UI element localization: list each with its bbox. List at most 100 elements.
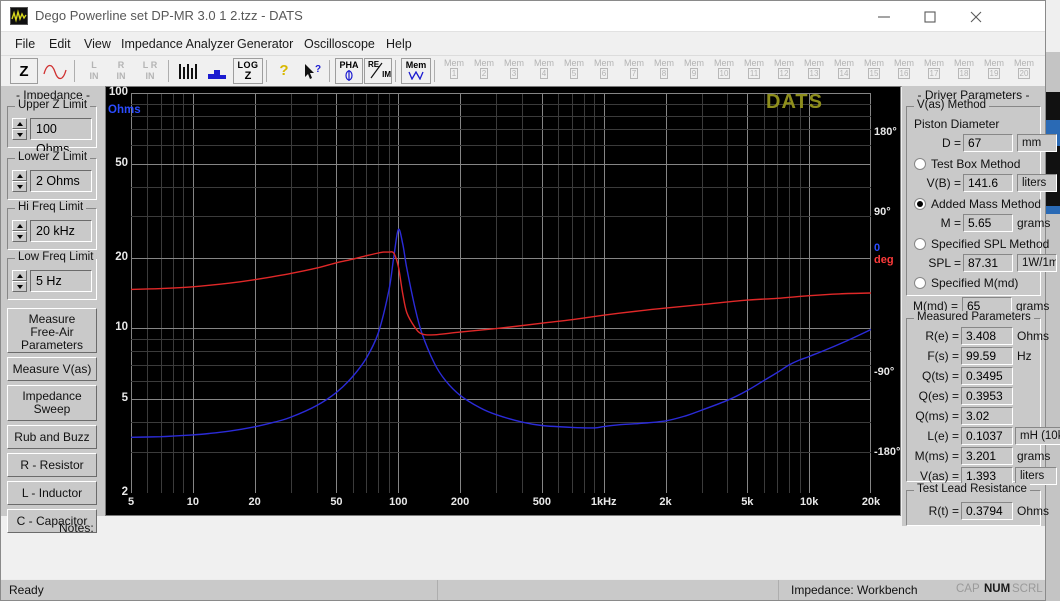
maximize-button[interactable] [907, 1, 953, 31]
phase-button[interactable]: PHA [335, 58, 363, 84]
low-freq-limit-decrement[interactable] [12, 281, 27, 292]
phase-curve [131, 251, 871, 336]
toolbar-separator [74, 60, 75, 82]
qts-field[interactable]: 0.3495 [961, 367, 1013, 385]
memory-slot-16-button[interactable]: Mem 16 [891, 58, 917, 84]
memory-slot-2-button[interactable]: Mem 2 [471, 58, 497, 84]
left-in-button[interactable]: L IN [81, 58, 107, 84]
statusbar-separator [437, 580, 438, 600]
lower-z-limit-value[interactable]: 2 Ohms [30, 170, 92, 192]
impedance-sweep-button[interactable]: Impedance Sweep [7, 385, 97, 421]
close-button[interactable] [953, 1, 999, 31]
low-freq-limit-title: Low Freq Limit [15, 251, 97, 263]
hi-freq-limit-value[interactable]: 20 kHz [30, 220, 92, 242]
resistor-button[interactable]: R - Resistor [7, 453, 97, 477]
memory-waveform-button[interactable]: Mem [401, 58, 431, 84]
re-row-label: R(e) = [925, 329, 959, 343]
memory-slot-5-button[interactable]: Mem 5 [561, 58, 587, 84]
memory-slot-8-button[interactable]: Mem 8 [651, 58, 677, 84]
notes-label: Notes: [59, 521, 94, 535]
lower-z-limit-increment[interactable] [12, 170, 27, 181]
low-freq-limit-value[interactable]: 5 Hz [30, 270, 92, 292]
menu-help[interactable]: Help [380, 35, 418, 53]
x-tick-1kHz: 1kHz [590, 496, 617, 508]
hi-freq-limit-increment[interactable] [12, 220, 27, 231]
memory-slot-1-button[interactable]: Mem 1 [441, 58, 467, 84]
memory-slot-label: Mem [774, 58, 794, 68]
hi-freq-limit-stepper[interactable] [12, 220, 27, 242]
piston-diameter-field[interactable]: 67 [963, 134, 1013, 152]
memory-slot-4-button[interactable]: Mem 4 [531, 58, 557, 84]
memory-slot-7-button[interactable]: Mem 7 [621, 58, 647, 84]
menu-file[interactable]: File [9, 35, 41, 53]
left-right-in-button[interactable]: L R IN [135, 58, 165, 84]
upper-z-limit-value[interactable]: 100 Ohms [30, 118, 92, 156]
memory-slot-14-button[interactable]: Mem 14 [831, 58, 857, 84]
hi-freq-limit-decrement[interactable] [12, 231, 27, 242]
real-imaginary-button[interactable]: RE IM [364, 58, 392, 84]
memory-slot-17-button[interactable]: Mem 17 [921, 58, 947, 84]
menu-impedance-analyzer[interactable]: Impedance Analyzer [115, 35, 240, 53]
x-tick-500: 500 [532, 496, 552, 508]
re-field[interactable]: 3.408 [961, 327, 1013, 345]
memory-slot-10-button[interactable]: Mem 10 [711, 58, 737, 84]
bar-graph-button[interactable] [203, 58, 231, 84]
mms-field[interactable]: 3.201 [961, 447, 1013, 465]
spectrum-button[interactable] [174, 58, 202, 84]
test-box-volume-field[interactable]: 141.6 [963, 174, 1013, 192]
impedance-plot[interactable]: Ohms DATS 0 deg 100 50 20 10 5 2 180° 90° -90° -1… [105, 86, 901, 516]
measure-vas-button[interactable]: Measure V(as) [7, 357, 97, 381]
waveform-button[interactable] [39, 58, 69, 84]
menu-edit[interactable]: Edit [43, 35, 77, 53]
added-mass-field[interactable]: 5.65 [963, 214, 1013, 232]
radio-specified-mmd[interactable] [914, 277, 926, 289]
radio-specified-spl-method[interactable] [914, 238, 926, 250]
minimize-button[interactable] [861, 1, 907, 31]
lower-z-limit-decrement[interactable] [12, 181, 27, 192]
specified-spl-field[interactable]: 87.31 [963, 254, 1013, 272]
lower-z-limit-stepper[interactable] [12, 170, 27, 192]
fs-field[interactable]: 99.59 [961, 347, 1013, 365]
radio-added-mass-method[interactable] [914, 198, 926, 210]
impedance-z-button[interactable]: Z [10, 58, 38, 84]
right-in-button[interactable]: R IN [108, 58, 134, 84]
x-tick-10: 10 [186, 496, 199, 508]
context-help-button[interactable]: ? [298, 58, 326, 84]
qes-field[interactable]: 0.3953 [961, 387, 1013, 405]
upper-z-limit-increment[interactable] [12, 118, 27, 129]
menu-oscilloscope[interactable]: Oscilloscope [298, 35, 381, 53]
low-freq-limit-stepper[interactable] [12, 270, 27, 292]
help-button[interactable]: ? [271, 58, 297, 84]
specified-spl-row-label: SPL = [928, 256, 961, 270]
vas-row-label: V(as) = [919, 469, 959, 483]
memory-slot-label: Mem [864, 58, 884, 68]
memory-slot-18-button[interactable]: Mem 18 [951, 58, 977, 84]
memory-slot-9-button[interactable]: Mem 9 [681, 58, 707, 84]
rt-field[interactable]: 0.3794 [961, 502, 1013, 520]
test-lead-resistance-group: Test Lead Resistance R(t) = 0.3794 Ohms [906, 483, 1049, 526]
log-z-button[interactable]: LOG Z [233, 58, 263, 84]
memory-slot-6-button[interactable]: Mem 6 [591, 58, 617, 84]
radio-test-box-method[interactable] [914, 158, 926, 170]
qms-field[interactable]: 3.02 [961, 407, 1013, 425]
toolbar-separator [395, 60, 396, 82]
menu-generator[interactable]: Generator [231, 35, 299, 53]
memory-slot-3-button[interactable]: Mem 3 [501, 58, 527, 84]
inductor-button[interactable]: L - Inductor [7, 481, 97, 505]
measure-free-air-parameters-button[interactable]: Measure Free-Air Parameters [7, 308, 97, 353]
memory-slot-11-button[interactable]: Mem 11 [741, 58, 767, 84]
upper-z-limit-stepper[interactable] [12, 118, 27, 140]
rub-and-buzz-button[interactable]: Rub and Buzz [7, 425, 97, 449]
memory-slot-20-button[interactable]: Mem 20 [1011, 58, 1037, 84]
memory-slot-label: Mem [654, 58, 674, 68]
upper-z-limit-decrement[interactable] [12, 129, 27, 140]
low-freq-limit-increment[interactable] [12, 270, 27, 281]
memory-slot-12-button[interactable]: Mem 12 [771, 58, 797, 84]
menu-view[interactable]: View [78, 35, 117, 53]
memory-slot-19-button[interactable]: Mem 19 [981, 58, 1007, 84]
le-field[interactable]: 0.1037 [961, 427, 1013, 445]
memory-slot-number: 6 [599, 68, 609, 79]
measured-parameters-title: Measured Parameters [914, 311, 1034, 323]
memory-slot-13-button[interactable]: Mem 13 [801, 58, 827, 84]
memory-slot-15-button[interactable]: Mem 15 [861, 58, 887, 84]
